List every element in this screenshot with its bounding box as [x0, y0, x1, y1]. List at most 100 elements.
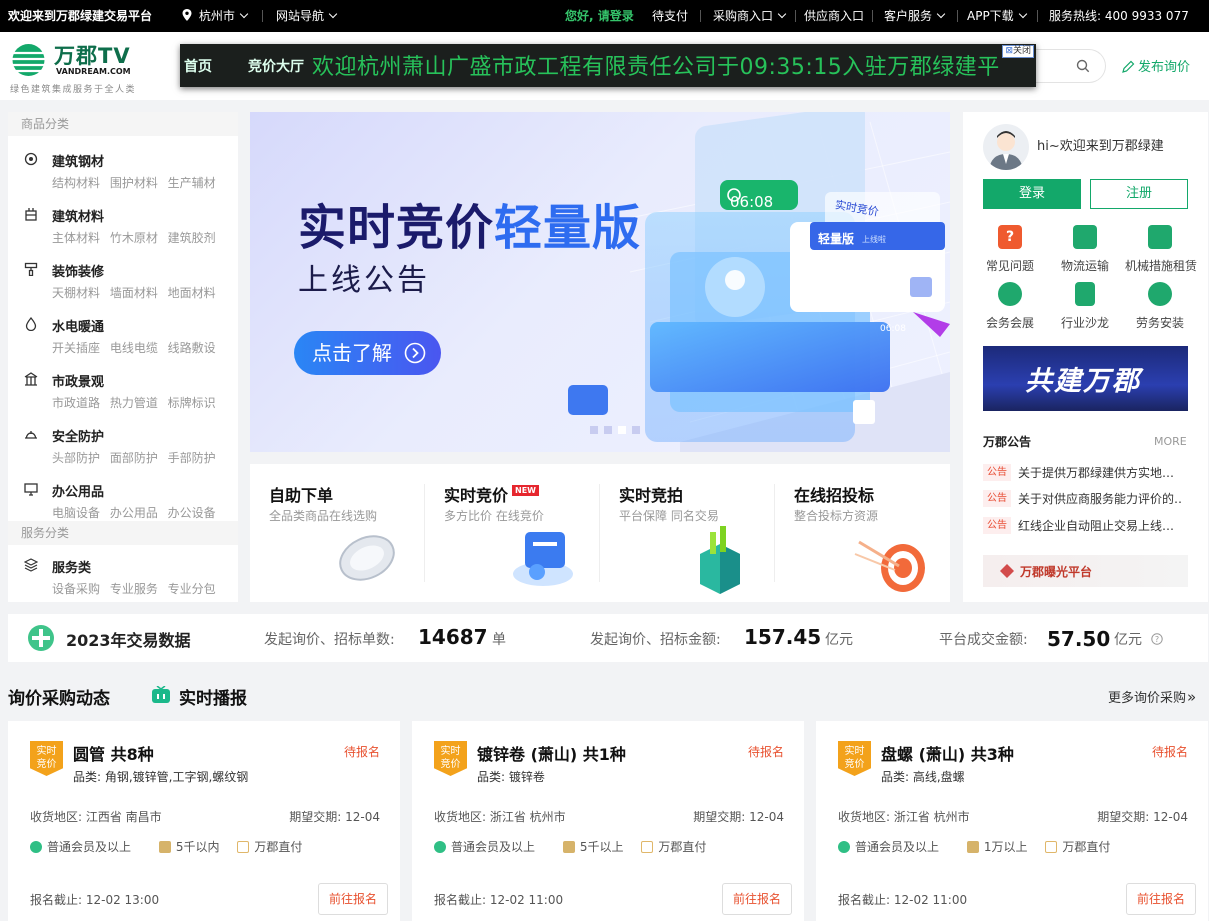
payment-method: 万郡直付	[1062, 840, 1111, 854]
quick-conference[interactable]: 会务会展	[975, 282, 1045, 331]
nav-bidding-hall[interactable]: 竞价大厅	[248, 56, 304, 76]
city-label: 杭州市	[198, 9, 235, 23]
new-badge: NEW	[512, 485, 539, 496]
bidding-card-icon	[513, 532, 573, 586]
category-item[interactable]: 办公用品 电脑设备 办公用品 办公设备	[8, 473, 238, 528]
user-panel: hi~欢迎来到万郡绿建 登录 注册 ? 常见问题 物流运输 机械措施租赁 会务会展…	[963, 112, 1208, 602]
inquiry-title[interactable]: 盘螺 (萧山) 共3种	[881, 741, 1014, 765]
inquiry-title[interactable]: 圆管 共8种	[73, 741, 154, 765]
wrench-icon	[1148, 282, 1172, 306]
category-item[interactable]: 建筑钢材 结构材料 围护材料 生产辅材	[8, 143, 238, 198]
quick-logistics[interactable]: 物流运输	[1050, 225, 1120, 274]
customer-service-menu[interactable]: 客户服务	[884, 0, 946, 32]
publish-inquiry-link[interactable]: 发布询价	[1122, 56, 1190, 75]
stats-label-amount: 发起询价、招标金额:	[590, 632, 721, 648]
search-box-end[interactable]	[1030, 49, 1106, 83]
category-item[interactable]: 装饰装修 天棚材料 墙面材料 地面材料	[8, 253, 238, 308]
tab-live-broadcast[interactable]: 实时播报	[179, 684, 247, 709]
category-item-service[interactable]: 服务类 设备采购 专业服务 专业分包	[8, 549, 238, 604]
banner-dot-active[interactable]	[618, 426, 626, 434]
category-subs: 开关插座 电线电缆 线路敷设	[52, 341, 216, 355]
requirement-tags: 普通会员及以上 5千以上 万郡直付	[434, 838, 706, 855]
more-inquiry-link[interactable]: 更多询价采购»	[1108, 687, 1196, 706]
register-button[interactable]: 注册	[1090, 179, 1188, 209]
banner-timer-small: 06:08	[880, 324, 906, 334]
category-item[interactable]: 安全防护 头部防护 面部防护 手部防护	[8, 418, 238, 473]
inquiry-title[interactable]: 镀锌卷 (萧山) 共1种	[477, 741, 626, 765]
member-level: 普通会员及以上	[855, 840, 940, 854]
auction-block-icon	[700, 526, 740, 594]
realtime-bidding-badge: 实时 竞价	[434, 741, 467, 776]
ad-close-button[interactable]: ⊠关闭	[1002, 45, 1034, 58]
site-nav-menu[interactable]: 网站导航	[276, 0, 338, 32]
banner-pagination[interactable]	[590, 423, 640, 437]
logo-mark[interactable]	[10, 43, 47, 77]
category-name: 办公用品	[52, 485, 105, 500]
category-item[interactable]: 建筑材料 主体材料 竹木原材 建筑胶剂	[8, 198, 238, 253]
user-avatar-icon	[989, 131, 1023, 170]
layers-icon	[24, 558, 38, 572]
member-level-icon	[30, 841, 42, 853]
hero-banner[interactable]: 06:08 实时竞价 轻量版 上线啦 06:08 实时竞价轻量版 上线公告 点击…	[250, 112, 950, 452]
banner-dot[interactable]	[632, 426, 640, 434]
inquiry-category: 品类: 镀锌卷	[477, 770, 545, 784]
machine-icon	[1148, 225, 1172, 249]
service-card-realtime-bidding[interactable]: 实时竞价 NEW 多方比价 在线竞价	[425, 464, 600, 602]
signup-button[interactable]: 前往报名	[722, 883, 792, 915]
badge-line2: 竞价	[440, 759, 461, 770]
pending-pay-link[interactable]: 待支付	[652, 0, 688, 32]
exposure-platform-banner[interactable]: 万郡曝光平台	[983, 555, 1188, 587]
help-circle-icon[interactable]: ?	[1151, 633, 1163, 645]
category-subs: 天棚材料 墙面材料 地面材料	[52, 286, 216, 300]
tab-inquiry-dynamics[interactable]: 询价采购动态	[8, 684, 110, 709]
promo-banner[interactable]: 共建万郡	[983, 346, 1188, 411]
quick-salon[interactable]: 行业沙龙	[1050, 282, 1120, 331]
publish-inquiry-label: 发布询价	[1138, 60, 1191, 75]
requirement-tags: 普通会员及以上 5千以内 万郡直付	[30, 838, 302, 855]
notice-item[interactable]: 公告 关于对供应商服务能力评价的…	[983, 490, 1183, 512]
quick-labor-install[interactable]: 劳务安装	[1125, 282, 1195, 331]
app-download-menu[interactable]: APP下载	[967, 0, 1027, 32]
notice-tag: 公告	[983, 517, 1011, 534]
category-name: 建筑材料	[52, 210, 105, 225]
service-card-realtime-auction[interactable]: 实时竞拍 平台保障 同名交易	[600, 464, 775, 602]
banner-dot[interactable]	[590, 426, 598, 434]
inquiry-card[interactable]: 实时 竞价 镀锌卷 (萧山) 共1种 待报名 品类: 镀锌卷 收货地区: 浙江省 …	[412, 721, 804, 921]
notice-more-link[interactable]: MORE	[1154, 435, 1187, 448]
category-item[interactable]: 市政景观 市政道路 热力管道 标牌标识	[8, 363, 238, 418]
signup-deadline: 报名截止: 12-02 11:00	[434, 893, 564, 907]
stats-label-deal: 平台成交金额:	[939, 632, 1028, 648]
login-link[interactable]: 您好, 请登录	[565, 0, 634, 32]
signup-button[interactable]: 前往报名	[1126, 883, 1196, 915]
notice-item[interactable]: 公告 关于提供万郡绿建供方实地…	[983, 464, 1183, 486]
promo-text: 共建万郡	[1025, 366, 1141, 397]
quick-faq[interactable]: ? 常见问题	[975, 225, 1045, 274]
inquiry-card[interactable]: 实时 竞价 盘螺 (萧山) 共3种 待报名 品类: 高线,盘螺 收货地区: 浙江省…	[816, 721, 1208, 921]
inquiry-card[interactable]: 实时 竞价 圆管 共8种 待报名 品类: 角钢,镀锌管,工字钢,螺纹钢 收货地区:…	[8, 721, 400, 921]
book-icon	[1075, 282, 1095, 306]
quick-label: 常见问题	[985, 259, 1034, 273]
banner-cta-button[interactable]: 点击了解	[294, 331, 441, 375]
category-name: 安全防护	[52, 430, 105, 445]
signup-button[interactable]: 前往报名	[318, 883, 388, 915]
inquiry-category: 品类: 高线,盘螺	[881, 770, 965, 784]
supplier-entry-link[interactable]: 供应商入口	[804, 0, 864, 32]
paint-roller-icon	[24, 262, 38, 276]
service-card-self-order[interactable]: 自助下单 全品类商品在线选购	[250, 464, 425, 602]
chevron-down-icon	[777, 9, 787, 19]
category-subs: 结构材料 围护材料 生产辅材	[52, 176, 216, 190]
close-icon: ⊠	[1005, 46, 1013, 56]
notice-item[interactable]: 公告 红线企业自动阻止交易上线…	[983, 517, 1183, 539]
badge-line2: 竞价	[844, 759, 865, 770]
category-item[interactable]: 水电暖通 开关插座 电线电缆 线路敷设	[8, 308, 238, 363]
banner-dot[interactable]	[604, 426, 612, 434]
login-button[interactable]: 登录	[983, 179, 1081, 209]
notice-title: 万郡公告	[983, 435, 1032, 449]
quick-machine-rental[interactable]: 机械措施租赁	[1125, 225, 1197, 274]
nav-home[interactable]: 首页	[184, 56, 212, 76]
status-badge: 待报名	[1151, 745, 1188, 759]
service-card-online-tender[interactable]: 在线招投标 整合投标方资源	[775, 464, 950, 602]
buyer-entry-menu[interactable]: 采购商入口	[713, 0, 787, 32]
city-selector[interactable]: 杭州市	[182, 0, 249, 32]
search-icon[interactable]	[1076, 59, 1090, 73]
